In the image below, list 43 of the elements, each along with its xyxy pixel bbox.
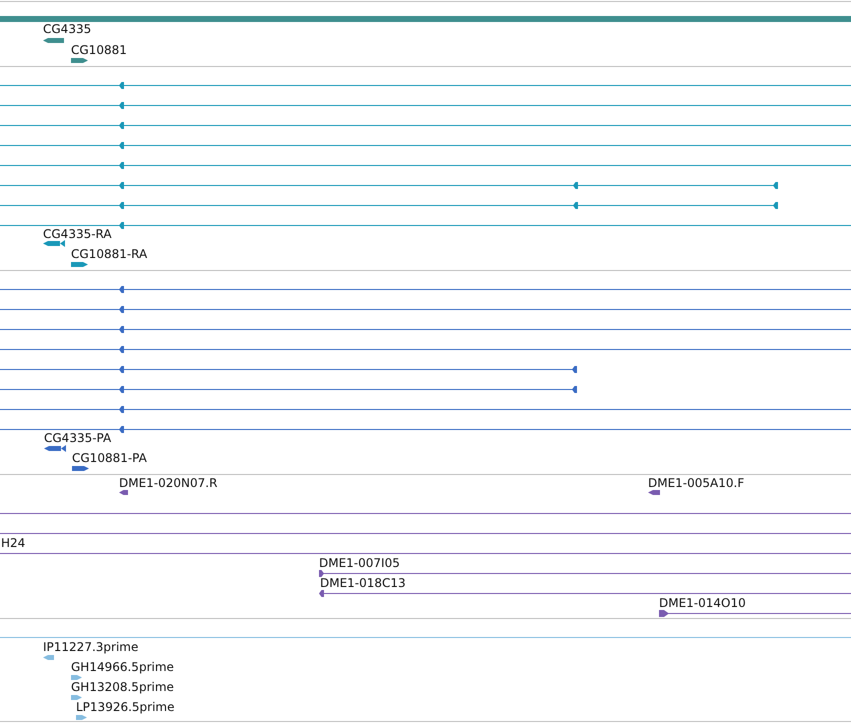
feature-glyph[interactable] [648,490,660,495]
transcript-line[interactable] [0,182,778,189]
feature-glyph[interactable] [119,490,128,495]
transcript-line[interactable] [0,82,851,89]
feature-glyph[interactable] [71,262,88,267]
transcript-line[interactable] [0,202,778,209]
feature-glyph[interactable] [44,445,66,452]
feature-label: GH14966.5prime [71,660,174,674]
transcript-line[interactable] [0,426,851,433]
feature-glyph[interactable] [72,466,89,471]
feature-label: DME1-020N07.R [119,476,218,490]
feature-label: CG4335-RA [43,227,112,241]
transcript-line[interactable] [0,306,851,313]
feature-label: CG10881 [71,43,127,57]
transcript-line[interactable] [0,102,851,109]
feature-label: IP11227.3prime [43,640,138,654]
transcript-line[interactable] [0,346,851,353]
transcript-line[interactable] [0,326,851,333]
feature-label: DME1-007I05 [319,556,400,570]
transcript-line[interactable] [0,366,577,373]
transcript-line[interactable] [0,142,851,149]
transcript-line[interactable] [0,222,851,229]
transcript-line[interactable] [0,286,851,293]
feature-label: CG4335 [43,22,92,36]
feature-label: DME1-018C13 [320,576,406,590]
feature-glyph[interactable] [43,240,65,247]
feature-label: GH13208.5prime [71,680,174,694]
transcript-line[interactable] [319,570,851,577]
feature-label: H24 [1,536,26,550]
transcript-line[interactable] [0,386,577,393]
feature-label: DME1-005A10.F [648,476,744,490]
feature-label: CG10881-RA [71,247,148,261]
transcript-line[interactable] [319,590,851,597]
feature-glyph[interactable] [71,58,88,63]
transcript-line[interactable] [0,122,851,129]
feature-label: DME1-014O10 [659,596,746,610]
feature-label: LP13926.5prime [76,700,175,714]
transcript-line[interactable] [0,162,851,169]
feature-label: CG10881-PA [72,451,147,465]
transcript-line[interactable] [0,406,851,413]
transcript-line[interactable] [659,610,851,617]
feature-label: CG4335-PA [44,431,112,445]
feature-glyph[interactable] [43,38,64,43]
